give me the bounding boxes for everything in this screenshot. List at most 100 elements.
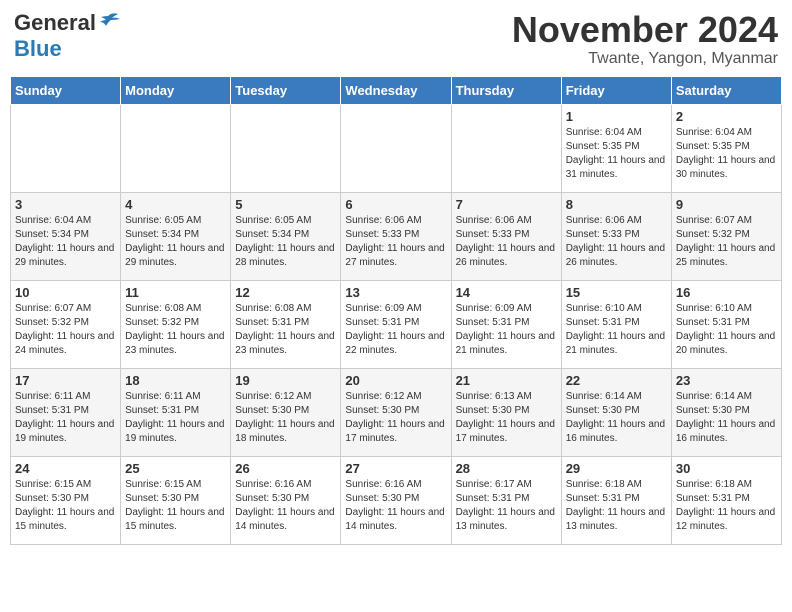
calendar-cell: 13 Sunrise: 6:09 AM Sunset: 5:31 PM Dayli… — [341, 280, 451, 368]
weekday-header-friday: Friday — [561, 76, 671, 104]
weekday-header-thursday: Thursday — [451, 76, 561, 104]
day-info: Sunrise: 6:05 AM Sunset: 5:34 PM Dayligh… — [235, 214, 336, 270]
calendar-cell — [231, 104, 341, 192]
day-number: 26 — [235, 461, 336, 476]
calendar-week-2: 3 Sunrise: 6:04 AM Sunset: 5:34 PM Daylig… — [11, 192, 782, 280]
calendar-cell: 28 Sunrise: 6:17 AM Sunset: 5:31 PM Dayli… — [451, 456, 561, 544]
weekday-header-monday: Monday — [121, 76, 231, 104]
calendar-cell: 15 Sunrise: 6:10 AM Sunset: 5:31 PM Dayli… — [561, 280, 671, 368]
logo-bird-icon — [98, 12, 120, 30]
day-number: 12 — [235, 285, 336, 300]
day-info: Sunrise: 6:11 AM Sunset: 5:31 PM Dayligh… — [15, 390, 116, 446]
day-number: 23 — [676, 373, 777, 388]
calendar-week-3: 10 Sunrise: 6:07 AM Sunset: 5:32 PM Dayli… — [11, 280, 782, 368]
weekday-header-row: SundayMondayTuesdayWednesdayThursdayFrid… — [11, 76, 782, 104]
day-number: 3 — [15, 197, 116, 212]
day-info: Sunrise: 6:11 AM Sunset: 5:31 PM Dayligh… — [125, 390, 226, 446]
day-number: 1 — [566, 109, 667, 124]
day-info: Sunrise: 6:06 AM Sunset: 5:33 PM Dayligh… — [566, 214, 667, 270]
day-info: Sunrise: 6:07 AM Sunset: 5:32 PM Dayligh… — [15, 302, 116, 358]
calendar-cell — [451, 104, 561, 192]
day-info: Sunrise: 6:10 AM Sunset: 5:31 PM Dayligh… — [676, 302, 777, 358]
day-info: Sunrise: 6:15 AM Sunset: 5:30 PM Dayligh… — [125, 478, 226, 534]
day-info: Sunrise: 6:06 AM Sunset: 5:33 PM Dayligh… — [456, 214, 557, 270]
calendar-cell: 9 Sunrise: 6:07 AM Sunset: 5:32 PM Daylig… — [671, 192, 781, 280]
day-number: 24 — [15, 461, 116, 476]
weekday-header-tuesday: Tuesday — [231, 76, 341, 104]
day-number: 21 — [456, 373, 557, 388]
calendar-cell: 20 Sunrise: 6:12 AM Sunset: 5:30 PM Dayli… — [341, 368, 451, 456]
header: General Blue November 2024 Twante, Yango… — [10, 10, 782, 68]
logo-blue-text: Blue — [14, 36, 62, 61]
day-info: Sunrise: 6:07 AM Sunset: 5:32 PM Dayligh… — [676, 214, 777, 270]
day-number: 10 — [15, 285, 116, 300]
day-info: Sunrise: 6:17 AM Sunset: 5:31 PM Dayligh… — [456, 478, 557, 534]
day-info: Sunrise: 6:04 AM Sunset: 5:35 PM Dayligh… — [566, 126, 667, 182]
calendar-cell: 23 Sunrise: 6:14 AM Sunset: 5:30 PM Dayli… — [671, 368, 781, 456]
day-number: 9 — [676, 197, 777, 212]
day-info: Sunrise: 6:16 AM Sunset: 5:30 PM Dayligh… — [235, 478, 336, 534]
calendar-cell: 22 Sunrise: 6:14 AM Sunset: 5:30 PM Dayli… — [561, 368, 671, 456]
title-area: November 2024 Twante, Yangon, Myanmar — [512, 10, 778, 68]
calendar-week-1: 1 Sunrise: 6:04 AM Sunset: 5:35 PM Daylig… — [11, 104, 782, 192]
calendar-cell: 10 Sunrise: 6:07 AM Sunset: 5:32 PM Dayli… — [11, 280, 121, 368]
calendar-cell: 6 Sunrise: 6:06 AM Sunset: 5:33 PM Daylig… — [341, 192, 451, 280]
calendar-cell: 25 Sunrise: 6:15 AM Sunset: 5:30 PM Dayli… — [121, 456, 231, 544]
day-info: Sunrise: 6:14 AM Sunset: 5:30 PM Dayligh… — [566, 390, 667, 446]
calendar-cell: 14Sunrise: 6:09 AM Sunset: 5:31 PM Dayli… — [451, 280, 561, 368]
calendar-cell: 24 Sunrise: 6:15 AM Sunset: 5:30 PM Dayli… — [11, 456, 121, 544]
calendar-cell: 16 Sunrise: 6:10 AM Sunset: 5:31 PM Dayli… — [671, 280, 781, 368]
calendar-week-5: 24 Sunrise: 6:15 AM Sunset: 5:30 PM Dayli… — [11, 456, 782, 544]
calendar-cell: 4Sunrise: 6:05 AM Sunset: 5:34 PM Daylig… — [121, 192, 231, 280]
day-info: Sunrise: 6:09 AM Sunset: 5:31 PM Dayligh… — [456, 302, 557, 358]
calendar-cell: 21 Sunrise: 6:13 AM Sunset: 5:30 PM Dayli… — [451, 368, 561, 456]
calendar-cell: 18 Sunrise: 6:11 AM Sunset: 5:31 PM Dayli… — [121, 368, 231, 456]
calendar-cell: 27 Sunrise: 6:16 AM Sunset: 5:30 PM Dayli… — [341, 456, 451, 544]
calendar-header: SundayMondayTuesdayWednesdayThursdayFrid… — [11, 76, 782, 104]
day-number: 11 — [125, 285, 226, 300]
calendar-cell: 19 Sunrise: 6:12 AM Sunset: 5:30 PM Dayli… — [231, 368, 341, 456]
month-title: November 2024 — [512, 10, 778, 50]
day-number: 8 — [566, 197, 667, 212]
day-info: Sunrise: 6:14 AM Sunset: 5:30 PM Dayligh… — [676, 390, 777, 446]
day-number: 29 — [566, 461, 667, 476]
day-number: 5 — [235, 197, 336, 212]
day-info: Sunrise: 6:06 AM Sunset: 5:33 PM Dayligh… — [345, 214, 446, 270]
day-info: Sunrise: 6:12 AM Sunset: 5:30 PM Dayligh… — [345, 390, 446, 446]
location-title: Twante, Yangon, Myanmar — [512, 50, 778, 68]
day-info: Sunrise: 6:15 AM Sunset: 5:30 PM Dayligh… — [15, 478, 116, 534]
weekday-header-wednesday: Wednesday — [341, 76, 451, 104]
calendar-cell: 7 Sunrise: 6:06 AM Sunset: 5:33 PM Daylig… — [451, 192, 561, 280]
day-number: 22 — [566, 373, 667, 388]
calendar-table: SundayMondayTuesdayWednesdayThursdayFrid… — [10, 76, 782, 545]
day-number: 20 — [345, 373, 446, 388]
day-number: 16 — [676, 285, 777, 300]
day-number: 25 — [125, 461, 226, 476]
day-info: Sunrise: 6:13 AM Sunset: 5:30 PM Dayligh… — [456, 390, 557, 446]
calendar-cell — [341, 104, 451, 192]
calendar-cell — [11, 104, 121, 192]
day-info: Sunrise: 6:12 AM Sunset: 5:30 PM Dayligh… — [235, 390, 336, 446]
day-number: 6 — [345, 197, 446, 212]
calendar-cell: 17 Sunrise: 6:11 AM Sunset: 5:31 PM Dayli… — [11, 368, 121, 456]
day-number: 17 — [15, 373, 116, 388]
day-info: Sunrise: 6:08 AM Sunset: 5:32 PM Dayligh… — [125, 302, 226, 358]
day-number: 13 — [345, 285, 446, 300]
calendar-cell: 2Sunrise: 6:04 AM Sunset: 5:35 PM Daylig… — [671, 104, 781, 192]
day-number: 30 — [676, 461, 777, 476]
calendar-cell: 11 Sunrise: 6:08 AM Sunset: 5:32 PM Dayli… — [121, 280, 231, 368]
day-number: 15 — [566, 285, 667, 300]
day-info: Sunrise: 6:16 AM Sunset: 5:30 PM Dayligh… — [345, 478, 446, 534]
calendar-cell: 1 Sunrise: 6:04 AM Sunset: 5:35 PM Daylig… — [561, 104, 671, 192]
calendar-cell: 5 Sunrise: 6:05 AM Sunset: 5:34 PM Daylig… — [231, 192, 341, 280]
day-info: Sunrise: 6:09 AM Sunset: 5:31 PM Dayligh… — [345, 302, 446, 358]
day-number: 28 — [456, 461, 557, 476]
day-number: 18 — [125, 373, 226, 388]
day-number: 19 — [235, 373, 336, 388]
day-number: 7 — [456, 197, 557, 212]
day-number: 27 — [345, 461, 446, 476]
calendar-week-4: 17 Sunrise: 6:11 AM Sunset: 5:31 PM Dayli… — [11, 368, 782, 456]
day-info: Sunrise: 6:04 AM Sunset: 5:34 PM Dayligh… — [15, 214, 116, 270]
day-info: Sunrise: 6:10 AM Sunset: 5:31 PM Dayligh… — [566, 302, 667, 358]
weekday-header-saturday: Saturday — [671, 76, 781, 104]
